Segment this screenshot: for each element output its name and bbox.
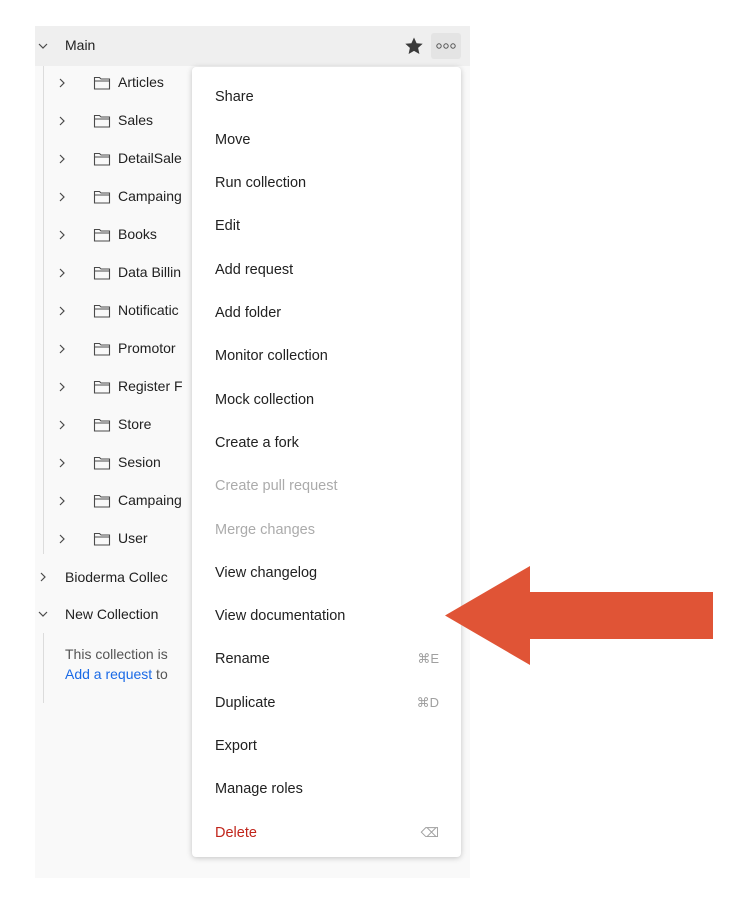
folder-icon [93,189,111,205]
folder-icon [93,493,111,509]
menu-item-monitor-collection[interactable]: Monitor collection [192,335,461,378]
menu-item-share[interactable]: Share [192,75,461,118]
menu-shortcut: ⌘E [417,651,439,667]
menu-item-view-changelog[interactable]: View changelog [192,551,461,594]
folder-label: User [118,530,148,546]
folder-label: Articles [118,74,164,90]
tree-guide-line [43,633,44,703]
menu-item-label: Run collection [215,175,307,192]
menu-item-manage-roles[interactable]: Manage roles [192,768,461,811]
menu-item-label: Duplicate [215,694,276,711]
menu-item-label: Create a fork [215,434,299,451]
chevron-right-icon[interactable] [57,78,67,88]
folder-icon [93,417,111,433]
folder-icon [93,341,111,357]
folder-label: Sales [118,112,154,128]
collection-row-main[interactable]: Main [35,26,470,66]
chevron-right-icon[interactable] [57,116,67,126]
menu-item-add-folder[interactable]: Add folder [192,292,461,335]
folder-icon [93,113,111,129]
menu-item-delete[interactable]: Delete ⌫ [192,811,461,854]
red-arrow-annotation [445,566,713,665]
chevron-right-icon[interactable] [57,306,67,316]
chevron-down-icon[interactable] [38,41,48,51]
menu-item-label: Move [215,131,251,148]
folder-label: Campaing [118,492,182,508]
menu-item-label: Rename [215,651,270,668]
menu-item-label: Share [215,88,254,105]
folder-label: DetailSale [118,150,182,166]
chevron-right-icon[interactable] [57,496,67,506]
menu-item-run-collection[interactable]: Run collection [192,162,461,205]
folder-icon [93,303,111,319]
menu-item-label: Merge changes [215,521,315,538]
menu-item-label: Manage roles [215,781,303,798]
chevron-right-icon[interactable] [57,268,67,278]
folder-icon [93,75,111,91]
chevron-right-icon[interactable] [57,534,67,544]
menu-item-label: Create pull request [215,478,338,495]
menu-item-duplicate[interactable]: Duplicate ⌘D [192,681,461,724]
chevron-right-icon[interactable] [57,192,67,202]
folder-label: Sesion [118,454,161,470]
menu-item-label: Monitor collection [215,348,328,365]
empty-collection-action: Add a request to [65,666,168,682]
menu-item-label: Add request [215,261,294,278]
menu-item-label: View documentation [215,608,346,625]
folder-label: Register F [118,378,183,394]
collection-label: New Collection [65,606,159,622]
chevron-right-icon[interactable] [57,230,67,240]
empty-collection-text: This collection is [65,646,168,662]
collection-label: Bioderma Collec [65,569,168,585]
folder-icon [93,531,111,547]
folder-label: Data Billin [118,264,182,280]
folder-label: Campaing [118,188,182,204]
folder-icon [93,379,111,395]
chevron-right-icon[interactable] [57,458,67,468]
chevron-right-icon[interactable] [57,420,67,430]
collection-context-menu: Share Move Run collection Edit Add request Ad… [192,67,461,857]
menu-item-create-pull-request: Create pull request [192,465,461,508]
menu-item-label: Delete [215,824,257,841]
menu-item-label: Add folder [215,305,282,321]
chevron-right-icon[interactable] [57,154,67,164]
menu-item-move[interactable]: Move [192,118,461,161]
menu-item-mock-collection[interactable]: Mock collection [192,378,461,421]
menu-item-label: Mock collection [215,391,315,408]
menu-item-merge-changes: Merge changes [192,508,461,551]
menu-item-export[interactable]: Export [192,725,461,768]
collection-label-main: Main [65,37,96,53]
chevron-right-icon[interactable] [57,382,67,392]
menu-item-edit[interactable]: Edit [192,205,461,248]
empty-collection-suffix: to [152,666,168,682]
menu-shortcut: ⌘D [416,694,439,710]
folder-icon [93,151,111,167]
folder-label: Promotor [118,340,176,356]
backspace-icon: ⌫ [420,824,439,840]
folder-icon [93,455,111,471]
folder-icon [93,265,111,281]
menu-item-label: Export [215,738,257,754]
menu-item-view-documentation[interactable]: View documentation [192,595,461,638]
chevron-down-icon[interactable] [38,609,48,619]
menu-item-label: View changelog [215,564,318,581]
menu-item-create-a-fork[interactable]: Create a fork [192,421,461,464]
menu-item-add-request[interactable]: Add request [192,248,461,291]
chevron-right-icon[interactable] [38,572,48,582]
folder-label: Notificatic [118,302,179,318]
more-icon[interactable] [431,33,461,59]
star-icon[interactable] [404,36,424,56]
menu-item-rename[interactable]: Rename ⌘E [192,638,461,681]
folder-icon [93,227,111,243]
folder-label: Store [118,416,152,432]
add-request-link[interactable]: Add a request [65,666,152,682]
folder-label: Books [118,226,157,242]
menu-item-label: Edit [215,218,240,235]
chevron-right-icon[interactable] [57,344,67,354]
